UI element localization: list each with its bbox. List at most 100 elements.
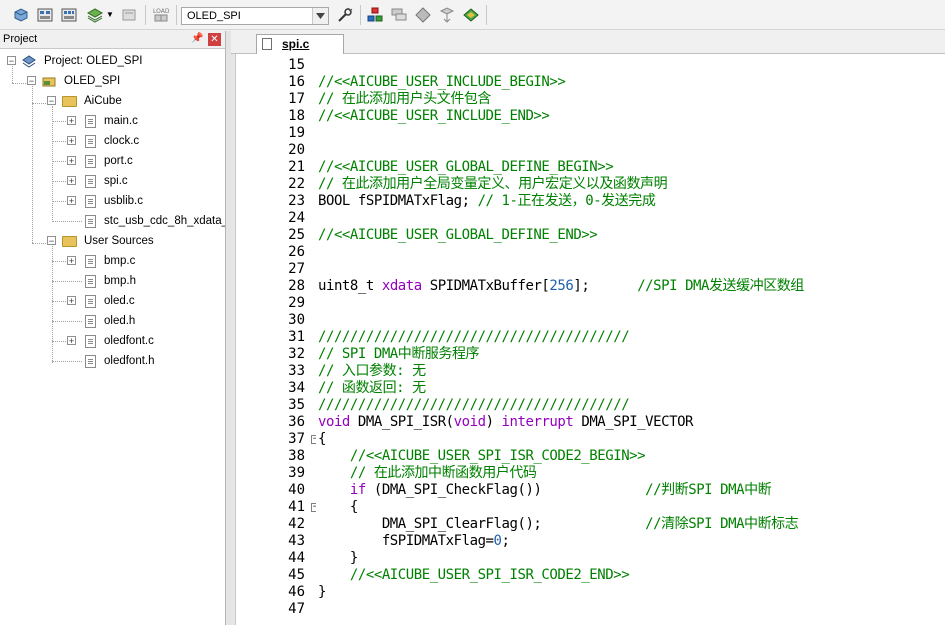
c-file-icon [85,195,96,208]
build-icon[interactable] [36,6,54,24]
code-token: } [318,550,358,566]
code-token: void [453,414,486,430]
c-file-icon [85,175,96,188]
editor-tab-strip: spi.c [231,31,945,54]
code-editor[interactable]: 15 16 17 18 19 20 21 22 23 24 25 26 27 28 29 30 31 32 33 34… [231,54,945,625]
target-select[interactable]: OLED_SPI [181,7,329,25]
c-file-icon [85,335,96,348]
code-token: fSPIDMATxFlag= [318,533,494,549]
line-number: 39 [288,465,305,481]
c-file-icon [85,155,96,168]
tree-item-file[interactable]: oled.h [0,312,225,330]
code-line: fSPIDMATxFlag=0; [318,533,510,550]
code-line: //<<AICUBE_USER_SPI_ISR_CODE2_BEGIN>> [318,448,646,465]
tree-item-label: usblib.c [104,195,143,207]
tree-line [52,281,82,282]
stop-build-icon[interactable] [120,6,138,24]
collapse-icon[interactable]: − [27,76,36,86]
tree-line [52,341,66,342]
tree-item-target[interactable]: − OLED_SPI [0,72,225,90]
code-line: //<<AICUBE_USER_GLOBAL_DEFINE_BEGIN>> [318,159,614,176]
batch-build-icon[interactable] [86,6,104,24]
code-text-area[interactable]: //<<AICUBE_USER_INCLUDE_BEGIN>>// 在此添加用户… [316,54,945,625]
translate-icon[interactable] [12,6,30,24]
code-line: { [318,499,358,516]
tab-label: spi.c [282,37,310,51]
collapse-icon[interactable]: − [47,236,56,246]
collapse-icon[interactable]: − [47,96,56,106]
tree-line [52,201,66,202]
code-token: void [318,414,350,430]
line-number: 21 [288,159,305,175]
pack-installer-icon[interactable] [414,6,432,24]
tree-item-file[interactable]: stc_usb_cdc_8h_xdata_ [0,212,226,230]
code-token: SPIDMATxBuffer[ [421,278,550,294]
toolbar-separator [486,5,487,25]
tree-item-group-aicube[interactable]: − AiCube [0,92,225,110]
code-token: //<<AICUBE_USER_SPI_ISR_CODE2_BEGIN>> [318,448,646,464]
tree-item-file[interactable]: + spi.c [0,172,225,190]
tree-item-file[interactable]: + clock.c [0,132,225,150]
dropdown-arrow-icon[interactable]: ▼ [106,10,114,19]
expand-icon[interactable]: + [67,156,76,166]
expand-icon[interactable]: + [67,136,76,146]
tree-item-file[interactable]: + bmp.c [0,252,225,270]
tree-item-file[interactable]: oledfont.h [0,352,225,370]
run-time-env-icon[interactable] [462,6,480,24]
target-options-icon[interactable] [336,6,354,24]
code-token: (DMA_SPI_CheckFlag()) [365,482,646,498]
tree-item-label: oledfont.c [104,335,154,347]
tab-spi-c[interactable]: spi.c [256,34,344,54]
tree-line [52,141,66,142]
expand-icon[interactable]: + [67,116,76,126]
expand-icon[interactable]: + [67,196,76,206]
tree-item-label: User Sources [84,235,154,247]
chevron-down-icon[interactable] [312,8,328,24]
manage-components-icon[interactable] [366,6,384,24]
expand-icon[interactable]: + [67,256,76,266]
code-line: void DMA_SPI_ISR(void) interrupt DMA_SPI… [318,414,693,431]
code-line: DMA_SPI_ClearFlag(); //清除SPI DMA中断标志 [318,516,799,533]
code-token: } [318,584,326,600]
line-number: 34 [288,380,305,396]
tree-item-file[interactable]: + oled.c [0,292,225,310]
expand-icon[interactable]: + [67,296,76,306]
rebuild-icon[interactable] [60,6,78,24]
tree-item-file[interactable]: + main.c [0,112,225,130]
tree-item-label: bmp.c [104,255,136,267]
code-token: uint8_t [318,278,382,294]
code-line: } [318,584,326,601]
target-folder-icon [42,77,56,87]
line-number: 36 [288,414,305,430]
tree-item-project-root[interactable]: − Project: OLED_SPI [0,52,225,70]
code-token: { [318,499,358,515]
tree-item-file[interactable]: + usblib.c [0,192,225,210]
code-token: // 1-正在发送，0-发送完成 [477,193,656,209]
tree-item-file[interactable]: bmp.h [0,272,225,290]
line-number: 43 [288,533,305,549]
expand-icon[interactable]: + [67,336,76,346]
tree-line [52,181,66,182]
tree-item-file[interactable]: + port.c [0,152,225,170]
download-icon[interactable]: LOAD [152,6,170,24]
tree-item-label: OLED_SPI [64,75,121,87]
tree-item-label: oledfont.h [104,355,155,367]
expand-icon[interactable]: + [67,176,76,186]
tree-item-label: stc_usb_cdc_8h_xdata_ [104,215,226,227]
code-token: DMA_SPI_ClearFlag(); [318,516,646,532]
software-packs-icon[interactable] [438,6,456,24]
collapse-icon[interactable]: − [7,56,16,66]
line-number: 37 [288,431,305,447]
toolbar-separator [360,5,361,25]
folder-open-icon [62,236,77,247]
tree-item-group-user-sources[interactable]: − User Sources [0,232,225,250]
c-file-icon [85,115,96,128]
code-token: ) [485,414,502,430]
select-packs-icon[interactable] [390,6,408,24]
close-icon[interactable]: ✕ [208,33,221,46]
code-token: // 在此添加用户头文件包含 [318,91,491,107]
tree-item-file[interactable]: + oledfont.c [0,332,225,350]
line-number: 47 [288,601,305,617]
code-line: if (DMA_SPI_CheckFlag()) //判断SPI DMA中断 [318,482,772,499]
pin-icon[interactable]: 📌 [191,33,203,45]
